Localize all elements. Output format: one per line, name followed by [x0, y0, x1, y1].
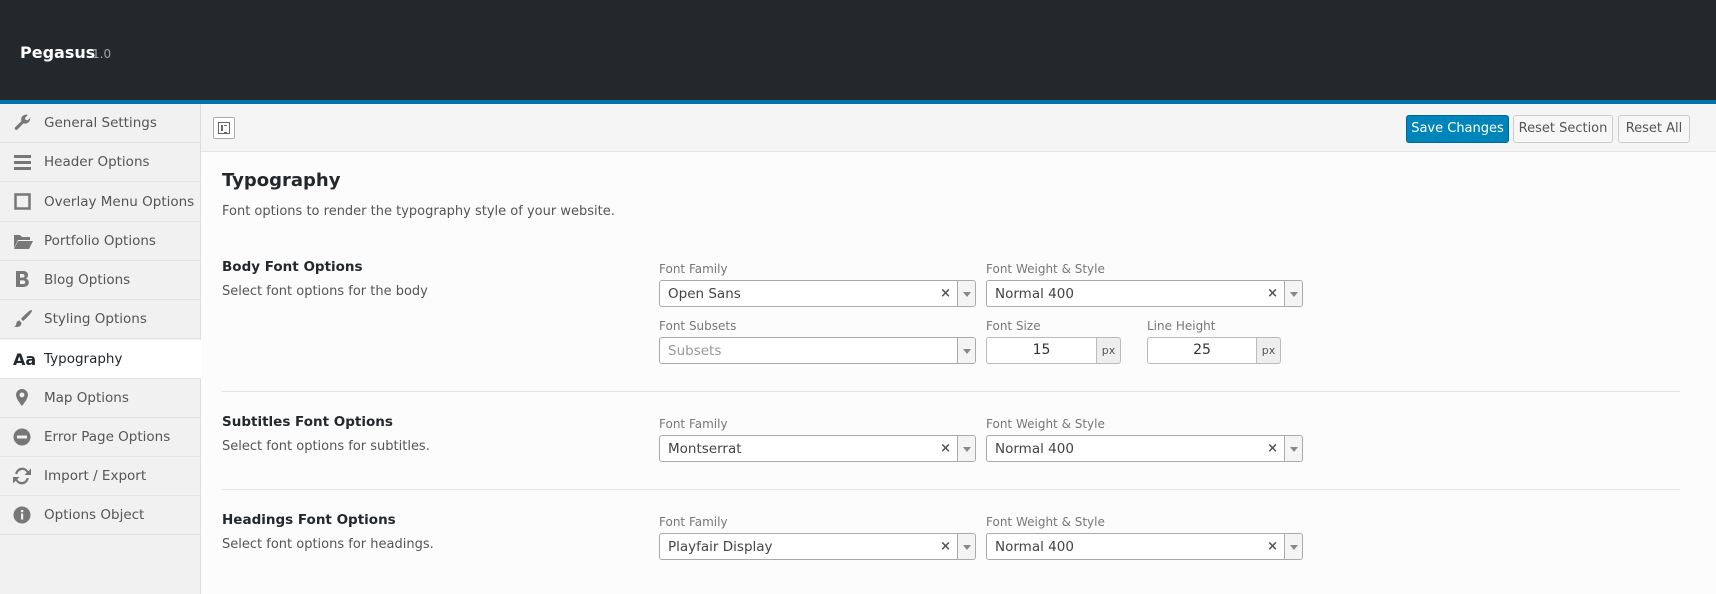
expand-options-button[interactable] [213, 117, 235, 139]
body-font-family-label: Font Family [659, 262, 728, 276]
chevron-down-icon[interactable] [1284, 281, 1302, 306]
body-font-weight-label: Font Weight & Style [986, 262, 1105, 276]
sidebar-item-typography[interactable]: Aa Typography [0, 340, 202, 379]
brush-icon [13, 309, 33, 329]
minus-circle-icon [13, 427, 33, 447]
headings-font-description: Select font options for headings. [222, 537, 434, 552]
body-font-weight-select[interactable]: Normal 400 × [986, 280, 1303, 307]
sidebar-item-general-settings[interactable]: General Settings [0, 104, 201, 143]
map-pin-icon [13, 388, 33, 408]
sidebar-item-label: Styling Options [44, 311, 147, 327]
select-placeholder: Subsets [668, 343, 722, 359]
sidebar-item-label: General Settings [44, 115, 157, 131]
body-font-subsets-label: Font Subsets [659, 319, 737, 333]
sidebar-item-label: Header Options [44, 154, 150, 170]
sidebar-item-map-options[interactable]: Map Options [0, 379, 201, 418]
headings-font-family-select[interactable]: Playfair Display × [659, 533, 976, 560]
save-changes-button[interactable]: Save Changes [1406, 115, 1509, 143]
body-font-size-label: Font Size [986, 319, 1041, 333]
sidebar-nav: General Settings Header Options Overlay … [0, 104, 202, 594]
clear-icon[interactable]: × [1267, 286, 1278, 301]
clear-icon[interactable]: × [940, 539, 951, 554]
font-aa-icon: Aa [13, 350, 37, 369]
chevron-down-icon[interactable] [957, 534, 975, 559]
body-font-description: Select font options for the body [222, 284, 428, 299]
sidebar-item-label: Import / Export [44, 468, 147, 484]
sidebar-item-header-options[interactable]: Header Options [0, 143, 201, 182]
wrench-icon [13, 113, 33, 133]
sidebar-item-styling-options[interactable]: Styling Options [0, 300, 201, 339]
clear-icon[interactable]: × [1267, 441, 1278, 456]
line-height-unit: px [1257, 337, 1281, 364]
reset-section-button[interactable]: Reset Section [1513, 115, 1613, 143]
chevron-down-icon[interactable] [1284, 436, 1302, 461]
body-line-height-input[interactable]: 25 [1147, 337, 1257, 364]
subtitles-font-weight-select[interactable]: Normal 400 × [986, 435, 1303, 462]
sidebar-item-overlay-menu-options[interactable]: Overlay Menu Options [0, 183, 201, 222]
menu-lines-icon [13, 152, 33, 172]
select-value: Playfair Display [668, 539, 773, 555]
body-font-title: Body Font Options [222, 259, 363, 275]
sidebar-item-portfolio-options[interactable]: Portfolio Options [0, 222, 201, 261]
sidebar-item-options-object[interactable]: Options Object [0, 496, 201, 535]
section-divider [222, 391, 1680, 392]
select-value: Open Sans [668, 286, 741, 302]
body-font-size-input[interactable]: 15 [986, 337, 1097, 364]
select-value: Normal 400 [995, 441, 1074, 457]
body-font-subsets-select[interactable]: Subsets [659, 337, 976, 364]
sidebar-item-error-page-options[interactable]: Error Page Options [0, 418, 201, 457]
expand-panel-icon [218, 122, 230, 134]
select-value: Montserrat [668, 441, 742, 457]
headings-font-title: Headings Font Options [222, 512, 396, 528]
clear-icon[interactable]: × [940, 441, 951, 456]
sidebar-item-blog-options[interactable]: Blog Options [0, 261, 201, 300]
info-circle-icon [13, 505, 33, 525]
chevron-down-icon[interactable] [957, 281, 975, 306]
font-size-unit: px [1097, 337, 1121, 364]
headings-font-weight-select[interactable]: Normal 400 × [986, 533, 1303, 560]
reset-all-button[interactable]: Reset All [1618, 115, 1690, 143]
sidebar-item-label: Options Object [44, 507, 145, 523]
body-font-family-select[interactable]: Open Sans × [659, 280, 976, 307]
main-panel: Save Changes Reset Section Reset All Typ… [201, 104, 1716, 594]
options-toolbar: Save Changes Reset Section Reset All [201, 104, 1716, 152]
select-value: Normal 400 [995, 286, 1074, 302]
body-line-height-label: Line Height [1147, 319, 1216, 333]
bold-b-icon [13, 270, 33, 290]
subtitles-font-family-label: Font Family [659, 417, 728, 431]
subtitles-font-weight-label: Font Weight & Style [986, 417, 1105, 431]
version-label: 1.0 [92, 47, 112, 61]
sidebar-item-label: Typography [44, 351, 123, 367]
section-description: Font options to render the typography st… [222, 204, 615, 219]
brand-name: Pegasus [20, 43, 96, 62]
refresh-icon [13, 466, 33, 486]
page-title: Typography [222, 170, 341, 191]
subtitles-font-description: Select font options for subtitles. [222, 439, 430, 454]
square-outline-icon [13, 192, 33, 212]
sidebar-item-label: Portfolio Options [44, 233, 156, 249]
headings-font-weight-label: Font Weight & Style [986, 515, 1105, 529]
chevron-down-icon[interactable] [1284, 534, 1302, 559]
subtitles-font-family-select[interactable]: Montserrat × [659, 435, 976, 462]
sidebar-item-label: Blog Options [44, 272, 131, 288]
sidebar-item-label: Map Options [44, 390, 129, 406]
chevron-down-icon[interactable] [957, 338, 975, 363]
top-header-bar: Pegasus 1.0 [0, 0, 1716, 104]
section-divider [222, 489, 1680, 490]
headings-font-family-label: Font Family [659, 515, 728, 529]
clear-icon[interactable]: × [940, 286, 951, 301]
folder-open-icon [13, 231, 33, 251]
select-value: Normal 400 [995, 539, 1074, 555]
chevron-down-icon[interactable] [957, 436, 975, 461]
sidebar-item-label: Error Page Options [44, 429, 171, 445]
clear-icon[interactable]: × [1267, 539, 1278, 554]
sidebar-item-label: Overlay Menu Options [44, 194, 195, 210]
sidebar-item-import-export[interactable]: Import / Export [0, 457, 201, 496]
subtitles-font-title: Subtitles Font Options [222, 414, 393, 430]
